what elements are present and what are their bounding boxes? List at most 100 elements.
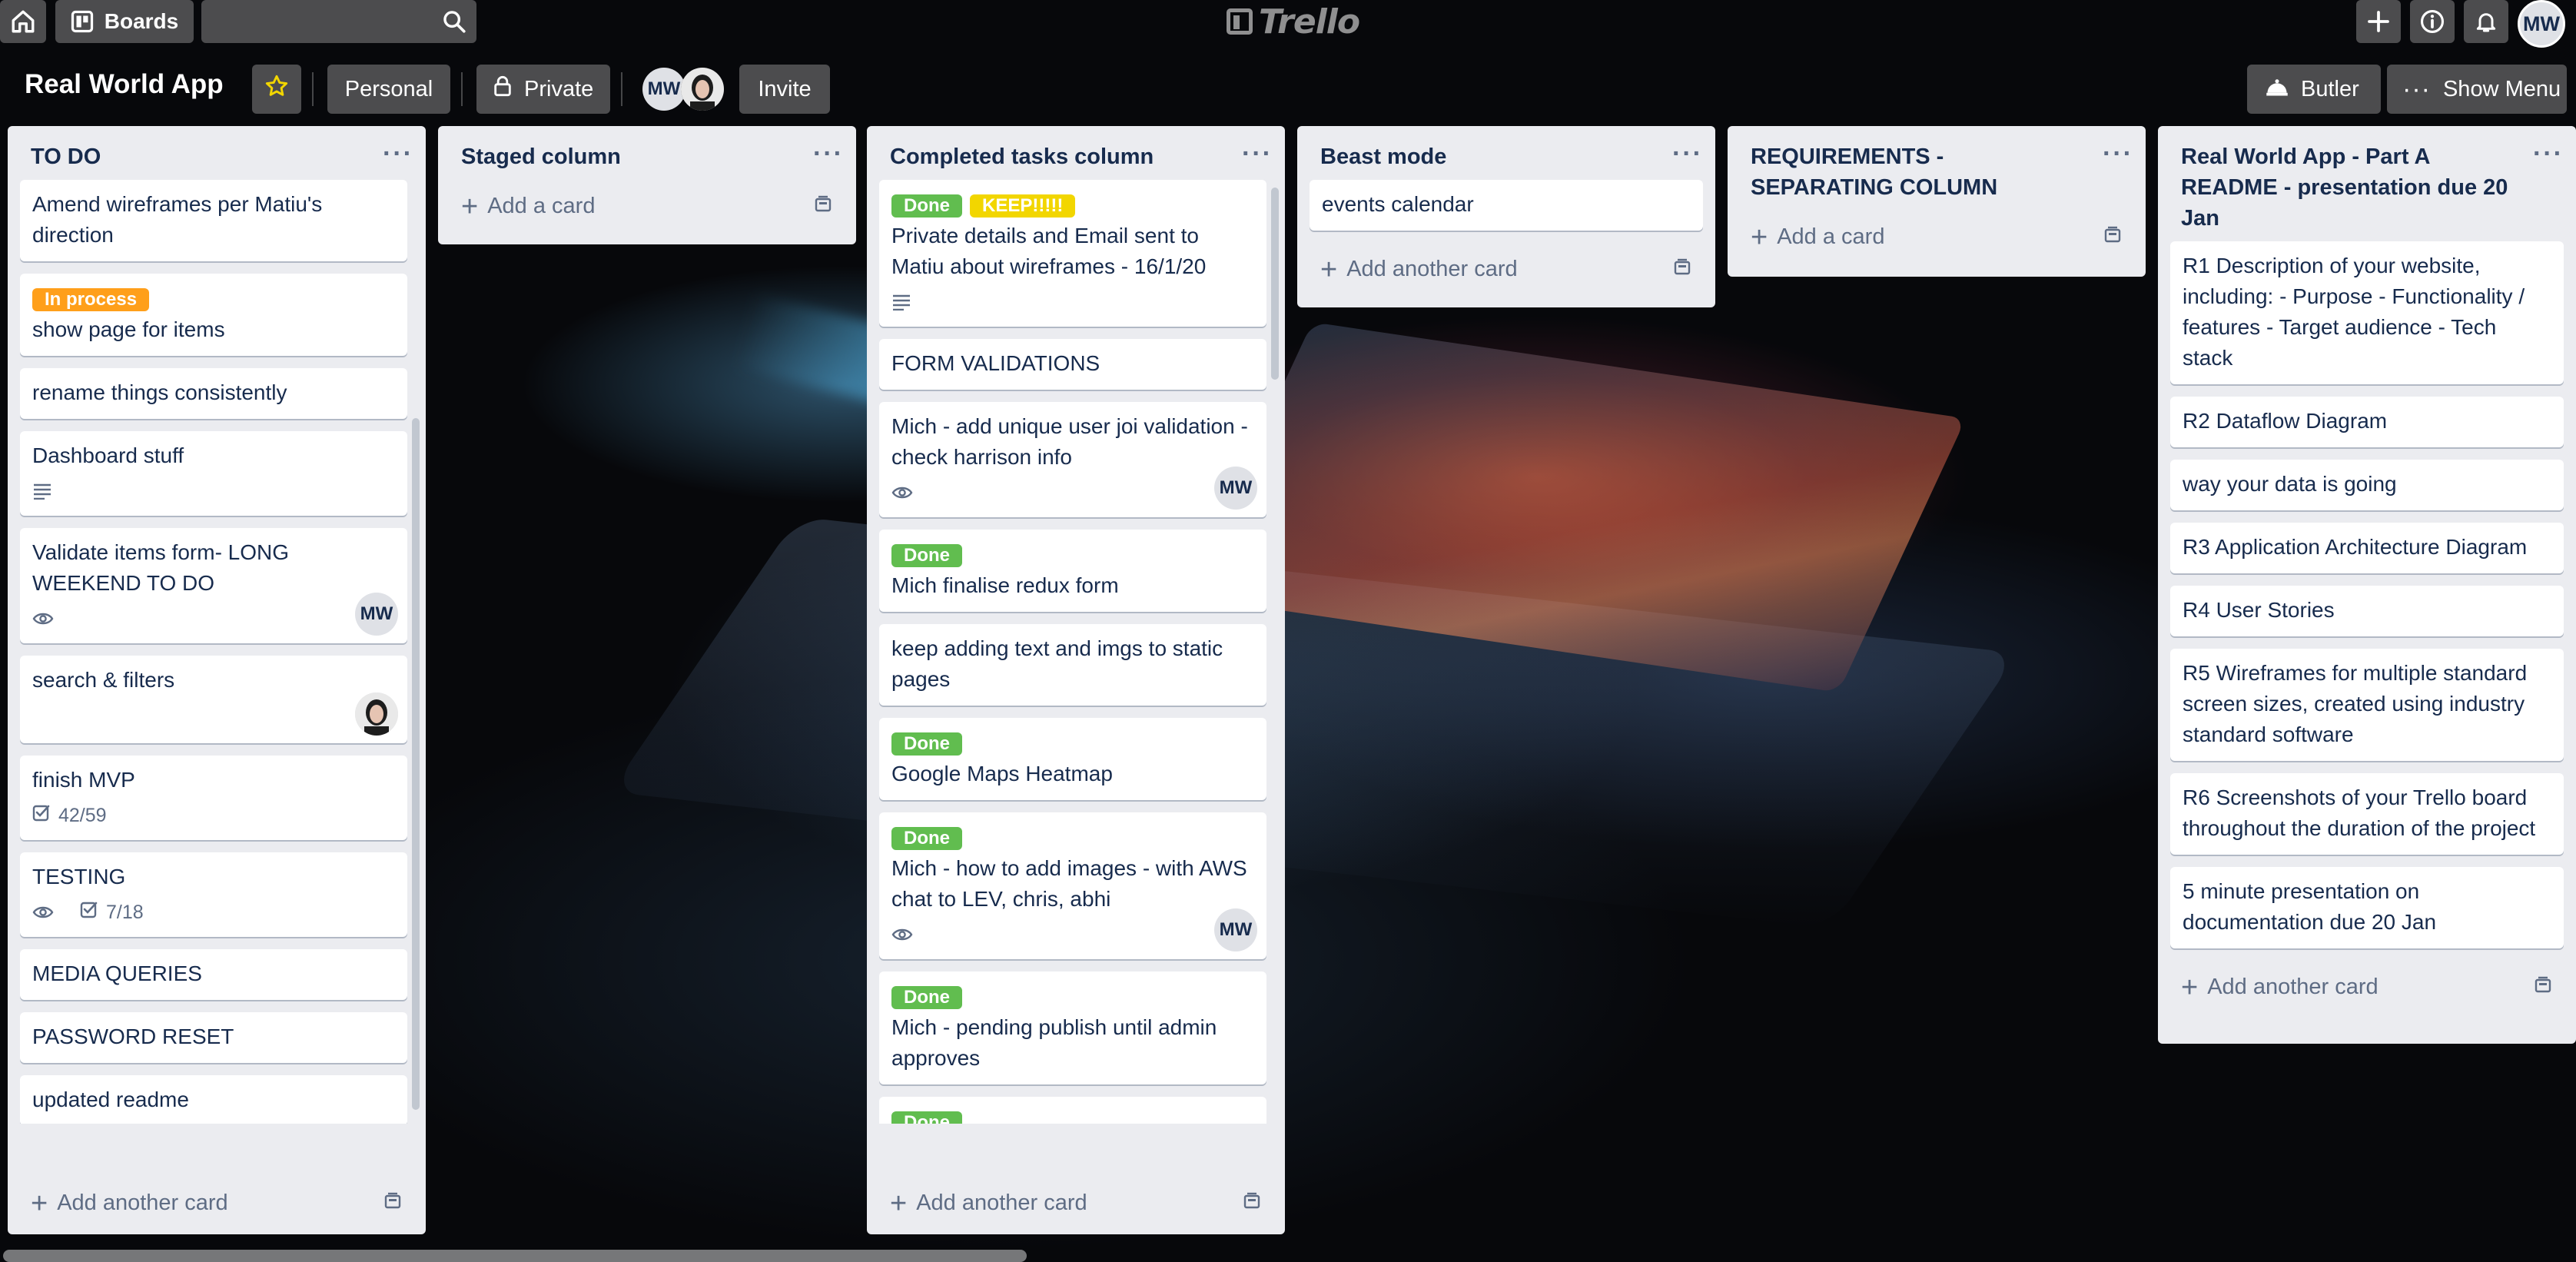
card-member-avatar[interactable]: MW — [355, 593, 398, 636]
home-button[interactable] — [0, 0, 46, 43]
card-label[interactable]: In process — [32, 288, 150, 311]
card-template-icon[interactable] — [1672, 257, 1692, 282]
card-label[interactable]: Done — [891, 1111, 962, 1124]
card-labels: Done — [891, 539, 1254, 570]
card-label[interactable]: KEEP!!!!! — [970, 194, 1076, 218]
list-title[interactable]: Real World App - Part A README - present… — [2181, 141, 2519, 234]
card-label[interactable]: Done — [891, 827, 962, 850]
add-card-button[interactable]: + Add another card — [2158, 961, 2576, 1018]
plus-icon: + — [461, 190, 479, 223]
card-title: updated readme — [32, 1088, 189, 1111]
personal-team-button[interactable]: Personal — [327, 65, 450, 114]
card[interactable]: Done Mich - pending publish until admin a… — [879, 971, 1266, 1084]
home-icon — [10, 8, 36, 35]
card[interactable]: Done Google Maps Heatmap — [879, 718, 1266, 800]
card[interactable]: R6 Screenshots of your Trello board thro… — [2170, 773, 2564, 855]
add-card-button[interactable]: + Add another card — [867, 1177, 1285, 1234]
card[interactable]: R2 Dataflow Diagram — [2170, 397, 2564, 447]
card[interactable]: R5 Wireframes for multiple standard scre… — [2170, 649, 2564, 761]
card-title: Validate items form- LONG WEEKEND TO DO — [32, 540, 290, 595]
card[interactable]: updated readme — [20, 1075, 407, 1124]
card-member-avatar[interactable]: MW — [1214, 908, 1257, 951]
card-template-icon[interactable] — [383, 1191, 403, 1216]
card-label[interactable]: Done — [891, 986, 962, 1009]
card[interactable]: events calendar — [1310, 180, 1703, 231]
card[interactable]: FORM VALIDATIONS — [879, 339, 1266, 390]
card[interactable]: keep adding text and imgs to static page… — [879, 624, 1266, 706]
card[interactable]: finish MVP 42/59 — [20, 756, 407, 840]
list-header: REQUIREMENTS - SEPARATING COLUMN ··· — [1728, 126, 2146, 211]
board-member-avatar[interactable]: MW — [642, 68, 685, 111]
add-card-button[interactable]: + Add another card — [1297, 243, 1715, 301]
card[interactable]: Doneadd the data to protected dashboard — [879, 1097, 1266, 1124]
card-member-avatar[interactable]: MW — [1214, 467, 1257, 510]
info-button[interactable] — [2410, 0, 2455, 43]
show-menu-button[interactable]: ··· Show Menu — [2387, 65, 2567, 114]
header-divider — [461, 72, 463, 106]
list-title[interactable]: REQUIREMENTS - SEPARATING COLUMN — [1751, 141, 2089, 203]
card[interactable]: R4 User Stories — [2170, 586, 2564, 636]
list-scrollbar[interactable] — [1271, 188, 1279, 380]
search-input[interactable] — [201, 0, 476, 43]
card[interactable]: In process show page for items — [20, 274, 407, 356]
list-menu-icon[interactable]: ··· — [1242, 141, 1273, 167]
butler-button[interactable]: Butler — [2247, 65, 2381, 114]
card-member-photo[interactable] — [355, 692, 398, 736]
card[interactable]: rename things consistently — [20, 368, 407, 419]
card-template-icon[interactable] — [2533, 975, 2553, 1000]
card[interactable]: Done Mich - how to add images - with AWS … — [879, 812, 1266, 959]
add-card-button[interactable]: + Add a card — [438, 180, 856, 237]
card-template-icon[interactable] — [1242, 1191, 1262, 1216]
card-label[interactable]: Done — [891, 194, 962, 218]
card-template-icon[interactable] — [813, 194, 833, 219]
card[interactable]: TESTING 7/18 — [20, 852, 407, 937]
card[interactable]: R3 Application Architecture Diagram — [2170, 523, 2564, 573]
card[interactable]: MEDIA QUERIES — [20, 949, 407, 1000]
card[interactable]: Mich - add unique user joi validation - … — [879, 402, 1266, 517]
list-menu-icon[interactable]: ··· — [2103, 141, 2133, 167]
card[interactable]: R1 Description of your website, includin… — [2170, 241, 2564, 384]
card-label[interactable]: Done — [891, 544, 962, 567]
list-title[interactable]: Completed tasks column — [890, 141, 1154, 172]
board-member-photo-avatar[interactable] — [681, 68, 724, 111]
visibility-button[interactable]: Private — [476, 65, 610, 114]
notifications-button[interactable] — [2464, 0, 2508, 43]
card[interactable]: 5 minute presentation on documentation d… — [2170, 867, 2564, 948]
search-icon — [441, 8, 467, 38]
list-menu-icon[interactable]: ··· — [2533, 141, 2564, 167]
create-button[interactable] — [2356, 0, 2401, 43]
card[interactable]: Done KEEP!!!!! Private details and Email s… — [879, 180, 1266, 327]
card[interactable]: Done Mich finalise redux form — [879, 530, 1266, 612]
horizontal-scrollbar[interactable] — [3, 1250, 1027, 1262]
card[interactable]: way your data is going — [2170, 460, 2564, 510]
card[interactable]: Validate items form- LONG WEEKEND TO DO M… — [20, 528, 407, 643]
list-title[interactable]: TO DO — [31, 141, 101, 172]
list-menu-icon[interactable]: ··· — [1672, 141, 1703, 167]
card[interactable]: Amend wireframes per Matiu's direction — [20, 180, 407, 261]
user-avatar[interactable]: MW — [2518, 0, 2565, 48]
bell-icon — [2474, 9, 2498, 34]
plus-icon — [2366, 9, 2391, 34]
card[interactable]: search & filters — [20, 656, 407, 743]
list-scrollbar[interactable] — [412, 418, 420, 1110]
card-label[interactable]: Done — [891, 732, 962, 756]
list-menu-icon[interactable]: ··· — [813, 141, 844, 167]
list-menu-icon[interactable]: ··· — [383, 141, 413, 167]
list-title[interactable]: Staged column — [461, 141, 621, 172]
add-card-button[interactable]: + Add another card — [8, 1177, 426, 1234]
checklist-icon — [32, 800, 58, 831]
boards-button[interactable]: Boards — [55, 0, 194, 43]
card[interactable]: Dashboard stuff — [20, 431, 407, 516]
card-title: keep adding text and imgs to static page… — [891, 636, 1223, 691]
add-card-button[interactable]: + Add a card — [1728, 211, 2146, 268]
card[interactable]: PASSWORD RESET — [20, 1012, 407, 1063]
list-title[interactable]: Beast mode — [1320, 141, 1446, 172]
trello-logo[interactable]: Trello — [1227, 2, 1360, 42]
eye-icon — [891, 927, 921, 942]
lock-icon — [493, 75, 512, 103]
star-board-button[interactable] — [252, 65, 301, 114]
card-template-icon[interactable] — [2103, 224, 2123, 250]
card-title: Mich - how to add images - with AWS chat… — [891, 856, 1247, 911]
invite-button[interactable]: Invite — [739, 65, 830, 114]
board-title[interactable]: Real World App — [25, 69, 224, 100]
